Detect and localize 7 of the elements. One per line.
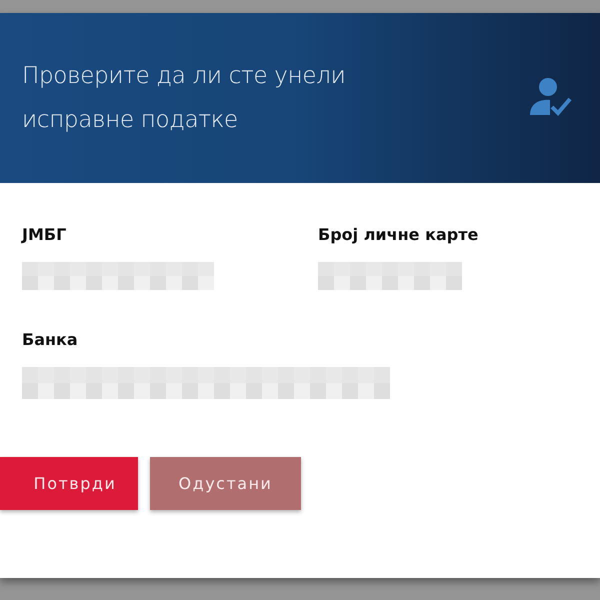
- user-check-icon: [528, 77, 574, 119]
- dialog-title: Проверите да ли сте унели исправне податке: [22, 62, 346, 135]
- field-label: Број личне карте: [318, 225, 480, 244]
- confirm-button[interactable]: Потврди: [0, 457, 138, 510]
- field-label: Банка: [22, 330, 79, 349]
- field-label: ЈМБГ: [22, 225, 68, 244]
- cancel-button[interactable]: Одустани: [150, 457, 301, 510]
